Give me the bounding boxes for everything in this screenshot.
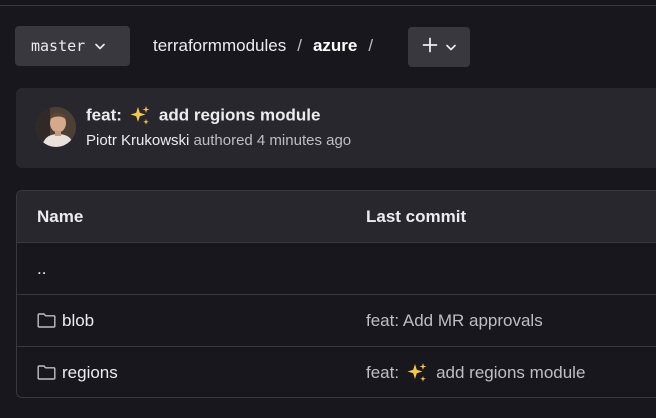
commit-title-link[interactable]: feat: add regions module bbox=[86, 105, 320, 127]
folder-icon bbox=[37, 365, 56, 380]
table-header: Name Last commit bbox=[17, 191, 656, 243]
file-name: blob bbox=[62, 310, 95, 330]
plus-icon bbox=[422, 37, 438, 58]
top-divider bbox=[0, 5, 656, 6]
folder-link-blob[interactable]: blob bbox=[37, 295, 94, 346]
commit-time: 4 minutes ago bbox=[256, 132, 352, 149]
commit-author-link[interactable]: Piotr Krukowski bbox=[86, 132, 189, 149]
sparkles-icon bbox=[129, 105, 151, 127]
commit-meta: Piotr Krukowski authored 4 minutes ago bbox=[86, 132, 351, 149]
commit-action: authored bbox=[193, 132, 253, 149]
file-tree-table: Name Last commit .. blob feat: Add MR ap… bbox=[16, 190, 656, 398]
breadcrumb-separator-trailing: / bbox=[368, 36, 374, 55]
commit-title-text: add regions module bbox=[158, 105, 321, 125]
last-commit-link[interactable]: feat: add regions module bbox=[366, 347, 586, 397]
commit-title-prefix: feat: bbox=[86, 105, 122, 125]
last-commit-link[interactable]: feat: Add MR approvals bbox=[366, 295, 543, 346]
chevron-down-icon bbox=[95, 43, 105, 50]
file-name: .. bbox=[37, 258, 47, 278]
branch-selector-button[interactable]: master bbox=[15, 26, 130, 66]
chevron-down-icon bbox=[446, 38, 456, 56]
table-row: blob feat: Add MR approvals bbox=[17, 295, 656, 347]
last-commit-message: feat: Add MR approvals bbox=[366, 310, 543, 330]
column-header-name: Name bbox=[37, 207, 84, 226]
avatar[interactable] bbox=[36, 107, 76, 147]
latest-commit-card: feat: add regions module Piotr Krukowski… bbox=[16, 88, 656, 168]
repository-page: master terraformmodules / azure / feat: … bbox=[0, 0, 656, 418]
table-row-parent[interactable]: .. bbox=[17, 243, 656, 295]
breadcrumb: terraformmodules / azure / bbox=[153, 26, 384, 66]
add-to-tree-button[interactable] bbox=[408, 27, 470, 67]
parent-directory-link[interactable]: .. bbox=[37, 243, 46, 294]
breadcrumb-current[interactable]: azure bbox=[313, 36, 357, 56]
branch-name: master bbox=[31, 37, 86, 55]
sparkles-icon bbox=[406, 362, 428, 384]
breadcrumb-separator: / bbox=[297, 36, 302, 55]
last-commit-text: add regions module bbox=[436, 362, 586, 382]
file-name: regions bbox=[62, 362, 118, 382]
column-header-last-commit: Last commit bbox=[366, 207, 467, 226]
folder-icon bbox=[37, 313, 56, 328]
table-row: regions feat: add regions module bbox=[17, 347, 656, 397]
last-commit-prefix: feat: bbox=[366, 362, 400, 382]
folder-link-regions[interactable]: regions bbox=[37, 347, 118, 397]
breadcrumb-group-link[interactable]: terraformmodules bbox=[153, 36, 286, 56]
